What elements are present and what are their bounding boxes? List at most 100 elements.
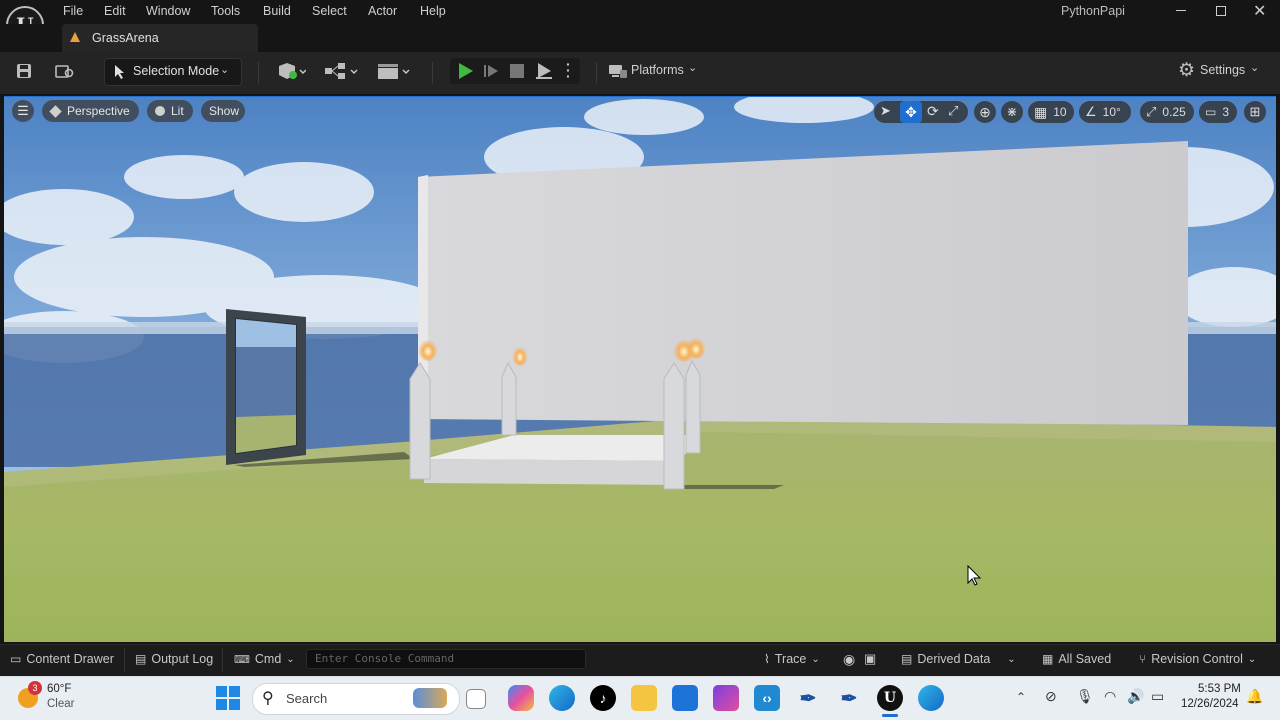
eject-icon[interactable] — [535, 62, 553, 80]
show-label: Show — [209, 104, 240, 118]
surface-snap-icon: ⋇ — [1006, 104, 1018, 119]
level-viewport[interactable] — [4, 96, 1276, 642]
status-divider — [124, 648, 125, 672]
minimize-icon[interactable] — [1176, 10, 1186, 11]
platforms-label: Platforms — [631, 63, 684, 77]
menu-build[interactable]: Build — [263, 4, 291, 18]
stop-icon[interactable] — [510, 64, 524, 78]
tiktok-icon[interactable]: ♪ — [590, 685, 616, 711]
battery-icon[interactable]: ▭ — [1151, 688, 1164, 705]
volume-icon[interactable]: 🔊 — [1127, 688, 1144, 705]
scale-snap-control[interactable]: ⤢ 0.25 — [1140, 101, 1194, 123]
viewport-layout-button[interactable]: ⊞ — [1244, 101, 1266, 123]
notification-bell-icon[interactable]: 🔔 — [1246, 688, 1263, 705]
grid-snap-control[interactable]: ▦ 10 — [1028, 101, 1074, 123]
scene-render — [4, 97, 1276, 642]
blueprints-icon[interactable] — [322, 61, 360, 81]
edge-icon-2[interactable] — [918, 685, 944, 711]
search-highlight-icon — [413, 688, 447, 708]
clock-time[interactable]: 5:53 PM — [1198, 683, 1241, 695]
level-icon — [70, 32, 80, 42]
show-dropdown[interactable]: Show — [201, 100, 245, 122]
close-icon[interactable]: ✕ — [1253, 1, 1266, 21]
toolbar-divider — [258, 62, 259, 84]
perspective-label: Perspective — [67, 104, 130, 118]
play-icon[interactable] — [456, 62, 474, 80]
chevron-down-icon: ⌄ — [811, 653, 820, 665]
taskbar-search[interactable]: ⚲ Search — [252, 683, 460, 715]
menu-help[interactable]: Help — [420, 4, 446, 18]
file-explorer-icon[interactable] — [631, 685, 657, 711]
gear-icon: ⚙ — [1178, 60, 1196, 81]
menu-select[interactable]: Select — [312, 4, 347, 18]
perspective-dropdown[interactable]: Perspective — [42, 100, 139, 122]
start-button[interactable] — [216, 686, 240, 710]
more-options-icon[interactable]: · · · — [566, 57, 571, 83]
trace-label: Trace — [774, 652, 807, 666]
sphere-icon — [155, 106, 165, 116]
restore-icon[interactable] — [1216, 6, 1226, 16]
feather-app-icon-2[interactable]: ✒ — [836, 685, 862, 711]
view-mode-dropdown[interactable]: Lit — [147, 100, 193, 122]
add-actor-icon[interactable] — [274, 61, 308, 81]
translate-tool-icon[interactable]: ✥ — [900, 101, 922, 123]
world-local-toggle[interactable]: ⊕ — [974, 101, 996, 123]
advance-frame-icon[interactable] — [483, 63, 499, 79]
surface-snap-toggle[interactable]: ⋇ — [1001, 101, 1023, 123]
browse-content-icon[interactable] — [54, 62, 76, 80]
content-drawer-button[interactable]: ▭ Content Drawer — [10, 652, 114, 666]
copilot-icon[interactable] — [508, 685, 534, 711]
chevron-down-icon: ⌄ — [688, 62, 698, 74]
vscode-icon[interactable]: ‹› — [754, 685, 780, 711]
task-view-icon[interactable] — [466, 689, 486, 709]
angle-icon: ∠ — [1085, 104, 1097, 119]
viewport-menu-button[interactable]: ☰ — [12, 100, 34, 122]
trace-icon: ⌇ — [764, 652, 770, 666]
weather-widget[interactable]: 3 60°F Clear — [16, 680, 106, 716]
select-tool-icon[interactable]: ➤ — [880, 103, 891, 119]
platforms-dropdown[interactable]: Platforms ⌄ — [608, 62, 700, 82]
all-saved-button[interactable]: ▦ All Saved — [1042, 652, 1111, 666]
vpn-icon[interactable]: ⊘ — [1045, 688, 1057, 705]
weather-alert-badge: 3 — [28, 681, 42, 695]
revision-control-dropdown[interactable]: ⑂ Revision Control ⌄ — [1139, 652, 1256, 666]
cinematics-icon[interactable] — [376, 61, 412, 81]
tab-level[interactable]: GrassArena — [62, 24, 258, 52]
chevron-up-icon[interactable]: ⌃ — [1016, 690, 1026, 704]
save-icon[interactable] — [14, 62, 34, 80]
level-tab-label: GrassArena — [92, 31, 159, 45]
record-icon[interactable]: ◉ — [843, 651, 855, 668]
wifi-icon[interactable]: ◠ — [1104, 688, 1116, 705]
cmd-dropdown[interactable]: ⌨ Cmd ⌄ — [234, 652, 295, 666]
chevron-down-icon: ⌄ — [220, 64, 230, 76]
output-log-button[interactable]: ▤ Output Log — [135, 652, 213, 666]
screenshot-icon[interactable]: ▣ — [864, 651, 876, 667]
menu-actor[interactable]: Actor — [368, 4, 397, 18]
selection-mode-dropdown[interactable]: Selection Mode ⌄ — [104, 58, 242, 86]
store-icon[interactable] — [672, 685, 698, 711]
windows-logo-icon — [216, 686, 227, 697]
menu-file[interactable]: File — [63, 4, 83, 18]
feather-app-icon[interactable]: ✒ — [795, 685, 821, 711]
wall-mesh[interactable] — [418, 141, 1188, 425]
camera-speed-control[interactable]: ▭ 3 — [1199, 101, 1237, 123]
derived-data-dropdown[interactable]: ▤ Derived Data ⌄ — [901, 652, 1016, 666]
settings-dropdown[interactable]: ⚙ Settings ⌄ — [1178, 60, 1268, 82]
chevron-down-icon: ⌄ — [1250, 62, 1260, 74]
door-frame-mesh[interactable] — [226, 309, 306, 465]
scale-tool-icon[interactable]: ⤢ — [948, 103, 958, 119]
clipchamp-icon[interactable] — [713, 685, 739, 711]
edge-icon[interactable] — [549, 685, 575, 711]
microphone-icon[interactable]: 🎙 — [1076, 688, 1094, 705]
trace-dropdown[interactable]: ⌇ Trace ⌄ — [764, 652, 820, 666]
clock-date[interactable]: 12/26/2024 — [1181, 698, 1239, 710]
rotation-snap-control[interactable]: ∠ 10° — [1079, 101, 1131, 123]
menu-tools[interactable]: Tools — [211, 4, 240, 18]
menu-edit[interactable]: Edit — [104, 4, 126, 18]
console-input[interactable]: Enter Console Command — [306, 649, 586, 669]
menu-window[interactable]: Window — [146, 4, 190, 18]
rotate-tool-icon[interactable]: ⟳ — [927, 103, 939, 120]
cube-icon — [49, 104, 62, 118]
play-controls: · · · — [450, 57, 580, 84]
unreal-engine-taskbar-icon[interactable]: U — [877, 685, 903, 711]
